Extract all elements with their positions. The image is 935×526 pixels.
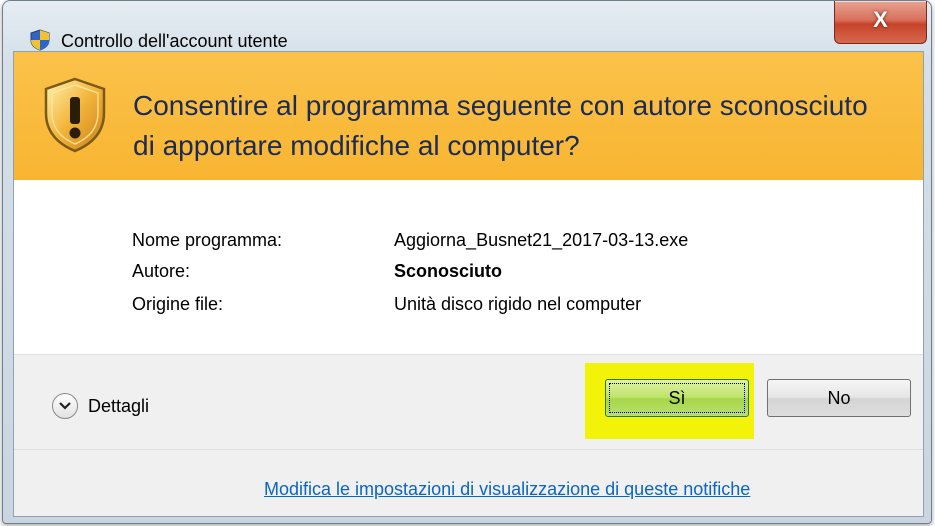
details-toggle-label: Dettagli — [88, 395, 150, 416]
no-button[interactable]: No — [767, 379, 911, 417]
detail-label: Nome programma: — [132, 230, 283, 250]
window-title: Controllo dell'account utente — [61, 31, 288, 51]
title-bar[interactable]: Controllo dell'account utente — [3, 1, 931, 51]
detail-label: Autore: — [132, 261, 191, 281]
program-details: Nome programma: Aggiorna_Busnet21_2017-0… — [14, 180, 923, 354]
detail-label: Origine file: — [132, 294, 224, 314]
dialog-headline: Consentire al programma seguente con aut… — [133, 90, 868, 161]
warning-banner: Consentire al programma seguente con aut… — [14, 52, 923, 180]
detail-value: Unità disco rigido nel computer — [394, 294, 642, 314]
close-button[interactable]: X — [834, 1, 927, 44]
detail-value: Aggiorna_Busnet21_2017-03-13.exe — [394, 230, 689, 250]
yes-button[interactable]: Sì — [605, 379, 749, 417]
warning-shield-icon — [44, 77, 106, 153]
detail-value: Sconosciuto — [394, 261, 503, 281]
details-toggle[interactable]: Dettagli — [52, 393, 149, 419]
uac-dialog-window: Controllo dell'account utente X Consenti… — [2, 0, 932, 524]
dialog-footer: Dettagli Sì No Modifica le impostazioni … — [14, 354, 923, 516]
uac-shield-icon — [30, 29, 50, 51]
footer-divider — [14, 449, 923, 450]
close-icon: X — [873, 7, 888, 32]
notification-settings-link[interactable]: Modifica le impostazioni di visualizzazi… — [264, 479, 750, 500]
chevron-down-icon[interactable] — [52, 393, 78, 419]
dialog-client-area: Consentire al programma seguente con aut… — [13, 51, 924, 517]
